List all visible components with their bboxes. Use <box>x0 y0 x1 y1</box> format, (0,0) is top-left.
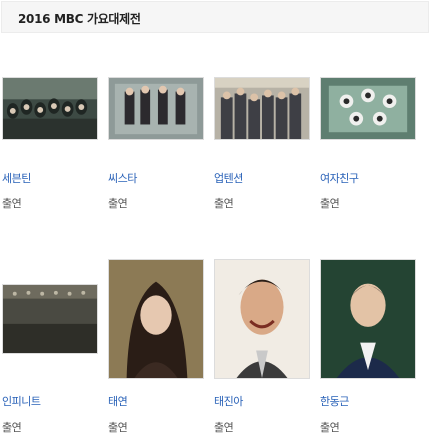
cast-name[interactable]: 태연 <box>108 393 128 409</box>
cast-name[interactable]: 인피니트 <box>2 393 41 409</box>
cast-photo[interactable] <box>320 259 416 379</box>
cast-role: 출연 <box>320 197 340 210</box>
page-title: 2016 MBC 가요대제전 <box>18 12 141 26</box>
cast-role: 출연 <box>214 197 234 210</box>
cast-role: 출연 <box>108 421 128 434</box>
cast-name[interactable]: 태진아 <box>214 393 243 409</box>
cast-name[interactable]: 한동근 <box>320 393 349 409</box>
cast-role: 출연 <box>320 421 340 434</box>
cast-photo[interactable] <box>2 284 98 354</box>
cast-photo[interactable] <box>2 77 98 140</box>
cast-photo[interactable] <box>108 259 204 379</box>
cast-photo[interactable] <box>214 259 310 379</box>
cast-photo[interactable] <box>214 77 310 140</box>
cast-name[interactable]: 여자친구 <box>320 170 359 186</box>
cast-name[interactable]: 업텐션 <box>214 170 243 186</box>
cast-photo[interactable] <box>320 77 416 140</box>
cast-role: 출연 <box>214 421 234 434</box>
cast-role: 출연 <box>2 197 22 210</box>
cast-name[interactable]: 씨스타 <box>108 170 137 186</box>
cast-photo[interactable] <box>108 77 204 140</box>
cast-name[interactable]: 세븐틴 <box>2 170 31 186</box>
section-header: 2016 MBC 가요대제전 <box>1 1 429 33</box>
cast-role: 출연 <box>108 197 128 210</box>
cast-role: 출연 <box>2 421 22 434</box>
